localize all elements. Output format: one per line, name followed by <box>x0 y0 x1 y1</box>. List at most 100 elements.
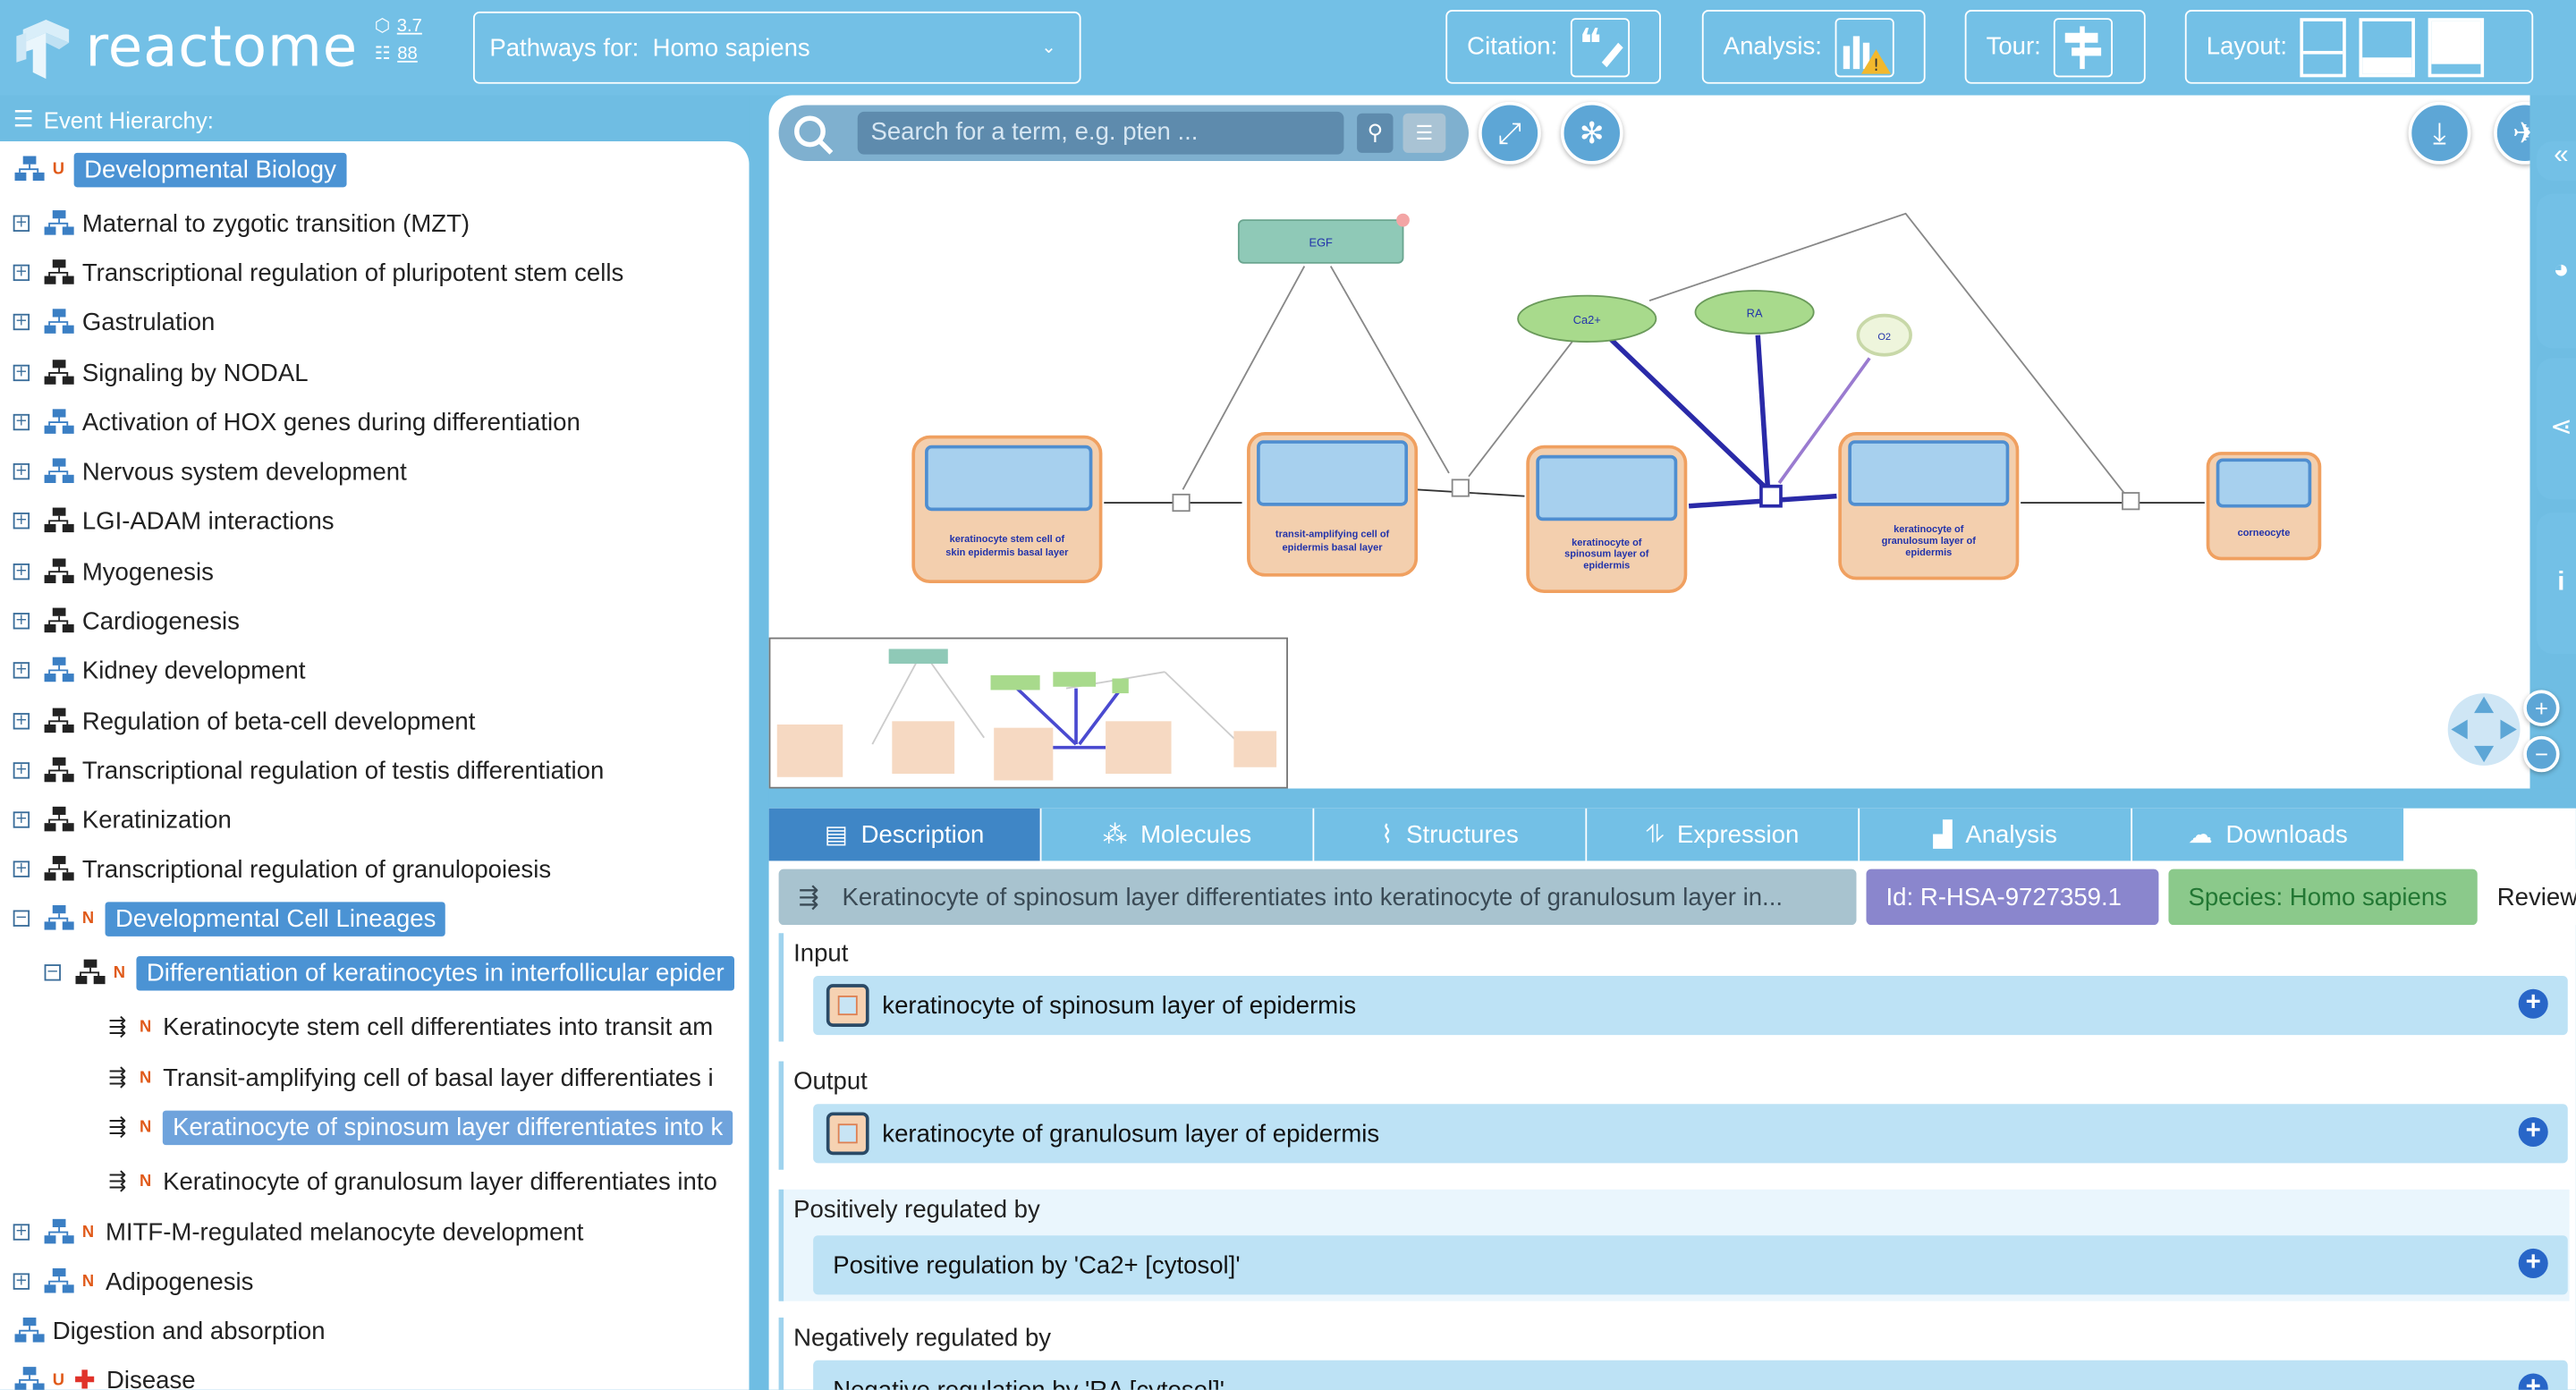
expand-icon[interactable]: + <box>13 811 30 828</box>
vertical-splitter[interactable] <box>749 95 769 1390</box>
cell-node-4[interactable]: keratinocyte of granulosum layer of epider… <box>1838 432 2020 581</box>
tree-item-disease[interactable]: U ✚ Disease <box>13 1359 196 1390</box>
expand-icon[interactable]: + <box>13 413 30 431</box>
tree-item-nervous[interactable]: + Nervous system development <box>13 450 407 493</box>
expand-icon[interactable]: + <box>13 662 30 679</box>
tab-expression[interactable]: ⥮ Expression <box>1587 808 1860 861</box>
tree-item-lgi-adam[interactable]: + LGI-ADAM interactions <box>13 499 335 542</box>
tree-item-label: Keratinocyte of spinosum layer different… <box>163 1109 733 1145</box>
tree-item-mzt[interactable]: + Maternal to zygotic transition (MZT) <box>13 202 470 245</box>
cell-node-1[interactable]: keratinocyte stem cell of skin epidermis … <box>911 435 1103 584</box>
tree-item-myogenesis[interactable]: + Myogenesis <box>13 550 214 593</box>
tree-item-granulopoiesis[interactable]: + Transcriptional regulation of granulop… <box>13 848 551 891</box>
citation-button[interactable]: Citation: ❝ <box>1445 10 1661 84</box>
pathway-diagram[interactable]: Search for a term, e.g. pten ... ⚲ ☰ ⤢ ✻… <box>768 95 2530 789</box>
tree-item-reaction-2[interactable]: ⇶ N Transit-amplifying cell of basal lay… <box>108 1056 713 1099</box>
tree-item-nodal[interactable]: + Signaling by NODAL <box>13 352 309 394</box>
expand-icon[interactable]: + <box>13 462 30 480</box>
tab-downloads[interactable]: ☁ Downloads <box>2132 808 2405 861</box>
pathway-icon <box>44 458 74 483</box>
layout-full-icon[interactable] <box>2428 17 2485 77</box>
tree-item-reaction-3[interactable]: ⇶ N Keratinocyte of spinosum layer diffe… <box>108 1106 733 1148</box>
tab-analysis[interactable]: ▟ Analysis <box>1860 808 2133 861</box>
tree-item-kidney[interactable]: + Kidney development <box>13 648 306 691</box>
collapse-icon[interactable]: − <box>44 964 61 981</box>
expand-icon[interactable]: + <box>13 613 30 630</box>
cell-node-3[interactable]: keratinocyte of spinosum layer of epidermi… <box>1526 445 1688 594</box>
zoom-in-icon[interactable]: + <box>2523 690 2560 726</box>
species-selector[interactable]: Pathways for: Homo sapiens ⌄ <box>472 11 1081 84</box>
layout-left-icon[interactable] <box>2300 17 2347 77</box>
expand-icon[interactable]: + <box>13 513 30 530</box>
share-icon[interactable]: ⋖ <box>2536 358 2576 500</box>
expand-icon[interactable]: + <box>13 860 30 877</box>
analysis-button[interactable]: Analysis: ! <box>1701 10 1926 84</box>
negative-regulation-item[interactable]: Negative regulation by 'RA [cytosol]' + <box>813 1360 2568 1390</box>
tree-item-reaction-4[interactable]: ⇶ N Keratinocyte of granulosum layer dif… <box>108 1160 717 1203</box>
tree-item-testis[interactable]: + Transcriptional regulation of testis d… <box>13 750 605 792</box>
pan-control[interactable] <box>2445 687 2530 773</box>
tree-item-cardiogenesis[interactable]: + Cardiogenesis <box>13 599 240 642</box>
expand-plus-icon[interactable]: + <box>2518 1248 2548 1278</box>
new-badge: N <box>81 1223 95 1242</box>
tree-item-digestion[interactable]: Digestion and absorption <box>13 1309 326 1352</box>
tree-item-keratinocyte-differentiation[interactable]: − N Differentiation of keratinocytes in … <box>44 951 734 994</box>
tree-item-hox[interactable]: + Activation of HOX genes during differe… <box>13 401 580 444</box>
version-link[interactable]: 3.7 <box>397 13 422 41</box>
o2-node[interactable]: O2 <box>1856 313 1912 357</box>
output-item[interactable]: keratinocyte of granulosum layer of epid… <box>813 1104 2568 1164</box>
tree-item-gastrulation[interactable]: + Gastrulation <box>13 301 215 343</box>
tree-item-reaction-1[interactable]: ⇶ N Keratinocyte stem cell differentiate… <box>108 1005 713 1048</box>
expand-plus-icon[interactable]: + <box>2518 1116 2548 1148</box>
zoom-out-icon[interactable]: − <box>2523 735 2560 773</box>
review-label[interactable]: Review <box>2487 869 2576 926</box>
info-icon[interactable]: i <box>2536 513 2576 655</box>
expand-icon[interactable]: + <box>13 264 30 282</box>
tree-item-label: MITF-M-regulated melanocyte development <box>105 1217 584 1247</box>
horizontal-splitter[interactable] <box>768 788 2576 809</box>
neg-reg-label: Negatively regulated by <box>793 1324 1052 1352</box>
expand-icon[interactable]: + <box>13 1224 30 1241</box>
tree-item-pluripotent[interactable]: + Transcriptional regulation of pluripot… <box>13 251 624 294</box>
positive-regulation-item[interactable]: Positive regulation by 'Ca2+ [cytosol]' … <box>813 1235 2568 1295</box>
tab-molecules[interactable]: ⁂ Molecules <box>1041 808 1315 861</box>
reactome-logo[interactable]: reactome <box>10 13 358 82</box>
expand-icon[interactable]: + <box>13 762 30 779</box>
egf-node[interactable]: EGF <box>1237 213 1410 264</box>
tour-button[interactable]: Tour: <box>1964 10 2146 84</box>
expand-icon[interactable]: + <box>13 364 30 382</box>
palette-icon[interactable]: ◕ <box>2536 193 2576 349</box>
tree-item-label: Differentiation of keratinocytes in inte… <box>136 955 734 990</box>
reaction-icon: ⇶ <box>798 884 819 912</box>
expand-icon[interactable]: + <box>13 215 30 232</box>
ca2-node[interactable]: Ca2+ <box>1517 294 1657 343</box>
ra-node[interactable]: RA <box>1694 290 1815 335</box>
collapse-right-icon[interactable]: « <box>2536 140 2576 182</box>
pathway-icon <box>44 309 74 334</box>
pathway-icon <box>44 259 74 284</box>
input-item[interactable]: keratinocyte of spinosum layer of epider… <box>813 975 2568 1036</box>
layout-split-icon[interactable] <box>2359 17 2416 77</box>
collapse-icon[interactable]: − <box>13 910 30 927</box>
cell-node-5[interactable]: corneocyte <box>2206 452 2322 561</box>
tab-description[interactable]: ▤ Description <box>768 808 1042 861</box>
expand-plus-icon[interactable]: + <box>2518 988 2548 1019</box>
tree-item-adipogenesis[interactable]: + N Adipogenesis <box>13 1260 254 1303</box>
tree-item-developmental-biology[interactable]: U Developmental Biology <box>13 148 346 191</box>
pathway-icon <box>44 1267 74 1293</box>
tab-structures[interactable]: ⌇ Structures <box>1314 808 1588 861</box>
tree-item-melanocyte[interactable]: + N MITF-M-regulated melanocyte developm… <box>13 1211 584 1254</box>
tree-item-label: Cardiogenesis <box>81 606 240 635</box>
expand-icon[interactable]: + <box>13 313 30 331</box>
expand-icon[interactable]: + <box>13 563 30 581</box>
count-link[interactable]: 88 <box>397 41 417 69</box>
stable-id-badge[interactable]: Id: R-HSA-9727359.1 <box>1866 869 2159 926</box>
expand-icon[interactable]: + <box>13 1273 30 1290</box>
expand-icon[interactable]: + <box>13 713 30 730</box>
tree-item-beta-cell[interactable]: + Regulation of beta-cell development <box>13 699 475 742</box>
tree-item-cell-lineages[interactable]: − N Developmental Cell Lineages <box>13 897 446 940</box>
expand-plus-icon[interactable]: + <box>2518 1373 2548 1390</box>
cell-node-2[interactable]: transit-amplifying cell of epidermis basa… <box>1247 432 1419 577</box>
diagram-thumbnail[interactable] <box>768 637 1288 789</box>
tree-item-keratinization[interactable]: + Keratinization <box>13 799 232 842</box>
